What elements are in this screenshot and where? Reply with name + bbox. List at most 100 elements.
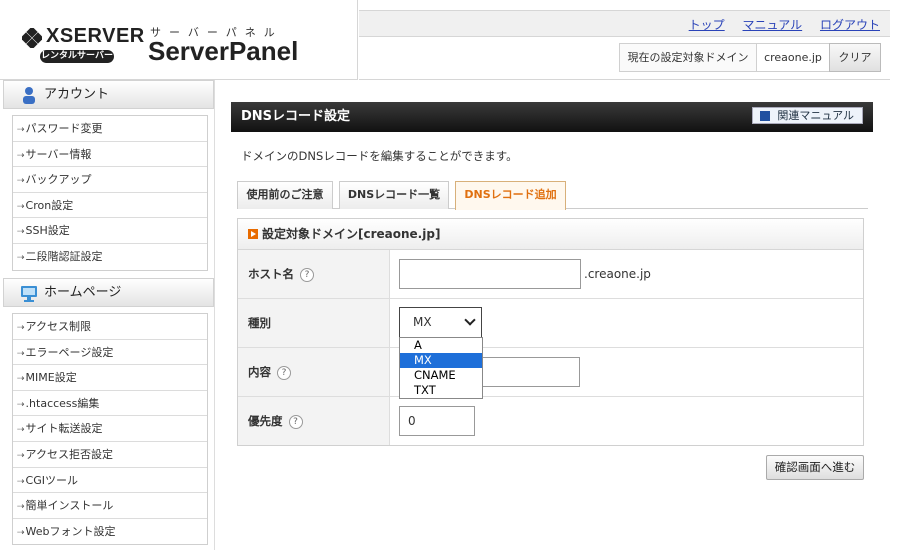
current-domain-value: creaone.jp [757, 43, 829, 72]
host-input[interactable] [399, 259, 581, 289]
panel-title: ServerPanel [148, 36, 299, 66]
type-option-mx[interactable]: MX [400, 353, 482, 368]
chevron-down-icon [464, 314, 476, 326]
sidebar-item-error-page[interactable]: ⇢エラーページ設定 [13, 340, 207, 366]
xserver-logo-icon [22, 28, 42, 48]
dns-add-form: 設定対象ドメイン[creaone.jp] ホスト名? .creaone.jp 種… [237, 218, 864, 446]
header: XSERVER レンタルサーバー サーバーパネル ServerPanel トップ… [0, 0, 900, 80]
brand-name: XSERVER [46, 25, 145, 47]
clear-domain-button[interactable]: クリア [829, 43, 881, 72]
arrow-icon: ⇢ [17, 374, 25, 385]
sidebar-item-server-info[interactable]: ⇢サーバー情報 [13, 142, 207, 168]
sidebar-heading-label: ホームページ [44, 285, 122, 300]
type-option-a[interactable]: A [400, 338, 482, 353]
sidebar-item-label: サイト転送設定 [25, 422, 103, 436]
arrow-icon: ⇢ [17, 425, 25, 436]
arrow-icon: ⇢ [17, 176, 25, 187]
page-description: ドメインのDNSレコードを編集することができます。 [241, 149, 518, 163]
tab-bar: 使用前のご注意 DNSレコード一覧 DNSレコード追加 [237, 181, 868, 210]
sidebar-item-easy-install[interactable]: ⇢簡単インストール [13, 493, 207, 519]
arrow-icon: ⇢ [17, 476, 25, 487]
brand-badge: レンタルサーバー [40, 50, 114, 63]
confirm-button[interactable]: 確認画面へ進む [766, 455, 864, 480]
host-row: ホスト名? .creaone.jp [238, 250, 863, 299]
tab-dns-add[interactable]: DNSレコード追加 [455, 181, 566, 210]
logo-area: XSERVER レンタルサーバー サーバーパネル ServerPanel [0, 0, 358, 80]
related-manual-button[interactable]: 関連マニュアル [752, 107, 863, 124]
tab-dns-list[interactable]: DNSレコード一覧 [339, 181, 449, 209]
user-icon [23, 87, 35, 104]
arrow-icon: ⇢ [17, 125, 25, 135]
sidebar-item-label: CGIツール [25, 473, 78, 487]
sidebar-item-two-factor[interactable]: ⇢二段階認証設定 [13, 244, 207, 270]
host-label-cell: ホスト名? [238, 250, 390, 298]
sidebar-item-access-deny[interactable]: ⇢アクセス拒否設定 [13, 442, 207, 468]
priority-label-cell: 優先度? [238, 397, 390, 445]
arrow-icon: ⇢ [17, 201, 25, 212]
sidebar-item-cron[interactable]: ⇢Cron設定 [13, 193, 207, 219]
type-select[interactable]: MX [399, 307, 482, 338]
logout-link[interactable]: ログアウト [820, 18, 880, 32]
book-icon [760, 111, 771, 121]
sidebar-item-web-font[interactable]: ⇢Webフォント設定 [13, 519, 207, 545]
priority-input[interactable]: 0 [399, 406, 475, 436]
sidebar-item-label: パスワード変更 [25, 122, 103, 135]
sidebar-item-site-redirect[interactable]: ⇢サイト転送設定 [13, 416, 207, 442]
sidebar-item-label: バックアップ [25, 173, 92, 187]
tab-notes[interactable]: 使用前のご注意 [237, 181, 333, 209]
sidebar-item-label: Cron設定 [25, 198, 74, 212]
top-link[interactable]: トップ [689, 18, 725, 32]
sidebar-item-label: 二段階認証設定 [25, 249, 103, 263]
domain-bar: 現在の設定対象ドメイン creaone.jp クリア [359, 37, 890, 80]
page-title: DNSレコード設定 [241, 109, 351, 124]
arrow-icon: ⇢ [17, 252, 25, 263]
priority-label: 優先度 [248, 414, 283, 428]
content-label-cell: 内容? [238, 348, 390, 396]
help-icon[interactable]: ? [288, 414, 303, 429]
arrow-icon: ⇢ [17, 527, 25, 538]
sidebar-item-label: MIME設定 [25, 371, 77, 385]
play-icon [248, 229, 258, 239]
sidebar-item-cgi-tools[interactable]: ⇢CGIツール [13, 468, 207, 494]
sidebar-item-backup[interactable]: ⇢バックアップ [13, 167, 207, 193]
sidebar-item-label: SSH設定 [25, 224, 70, 238]
host-label: ホスト名 [248, 267, 294, 281]
sidebar: アカウント ⇢パスワード変更 ⇢サーバー情報 ⇢バックアップ ⇢Cron設定 ⇢… [0, 80, 215, 550]
content-label: 内容 [248, 365, 271, 379]
type-option-txt[interactable]: TXT [400, 383, 482, 398]
manual-link[interactable]: マニュアル [743, 18, 803, 32]
help-icon[interactable]: ? [277, 365, 291, 380]
sidebar-item-mime[interactable]: ⇢MIME設定 [13, 365, 207, 391]
arrow-icon: ⇢ [17, 450, 25, 461]
sidebar-item-label: サーバー情報 [25, 147, 92, 161]
sidebar-item-password[interactable]: ⇢パスワード変更 [13, 116, 207, 142]
sidebar-item-label: Webフォント設定 [25, 524, 116, 538]
monitor-icon [21, 286, 37, 302]
sidebar-heading-account[interactable]: アカウント [3, 80, 214, 109]
current-domain-label: 現在の設定対象ドメイン [619, 43, 757, 72]
arrow-icon: ⇢ [17, 323, 25, 333]
arrow-icon: ⇢ [17, 502, 25, 513]
help-icon[interactable]: ? [300, 267, 314, 282]
sidebar-item-label: .htaccess編集 [25, 396, 100, 410]
arrow-icon: ⇢ [17, 348, 25, 359]
main-content: DNSレコード設定 関連マニュアル ドメインのDNSレコードを編集することができ… [231, 102, 873, 446]
top-nav: トップ マニュアル ログアウト [359, 10, 890, 37]
sidebar-item-label: アクセス制限 [25, 320, 91, 333]
sidebar-item-ssh[interactable]: ⇢SSH設定 [13, 218, 207, 244]
type-option-cname[interactable]: CNAME [400, 368, 482, 383]
sidebar-item-htaccess[interactable]: ⇢.htaccess編集 [13, 391, 207, 417]
homepage-menu: ⇢アクセス制限 ⇢エラーページ設定 ⇢MIME設定 ⇢.htaccess編集 ⇢… [12, 313, 208, 546]
arrow-icon: ⇢ [17, 399, 25, 410]
sidebar-heading-homepage[interactable]: ホームページ [3, 278, 214, 307]
account-menu: ⇢パスワード変更 ⇢サーバー情報 ⇢バックアップ ⇢Cron設定 ⇢SSH設定 … [12, 115, 208, 271]
page-title-bar: DNSレコード設定 関連マニュアル [231, 102, 873, 132]
type-label: 種別 [248, 316, 271, 330]
sidebar-item-label: エラーページ設定 [25, 345, 114, 359]
arrow-icon: ⇢ [17, 150, 25, 161]
sidebar-item-label: アクセス拒否設定 [25, 447, 113, 461]
type-row: 種別 MX [238, 299, 863, 348]
sidebar-item-access-restriction[interactable]: ⇢アクセス制限 [13, 314, 207, 340]
arrow-icon: ⇢ [17, 227, 25, 238]
type-dropdown-list: A MX CNAME TXT [399, 337, 483, 399]
